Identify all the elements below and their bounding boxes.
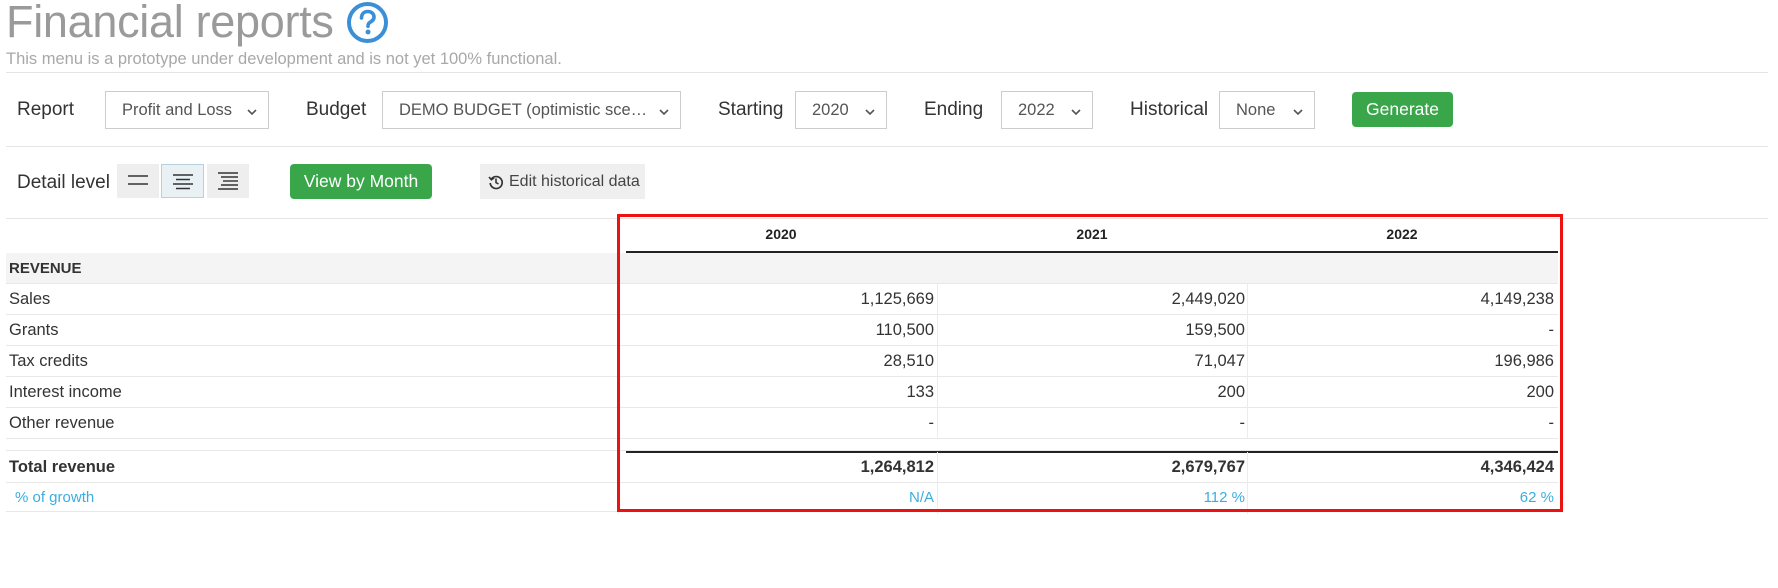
ending-year-value: 2022 bbox=[1018, 100, 1055, 119]
historical-value: None bbox=[1236, 100, 1276, 119]
table-row: Other revenue - - - bbox=[6, 408, 1558, 439]
cell-value: - bbox=[1548, 321, 1555, 339]
row-label: % of growth bbox=[15, 489, 95, 506]
cell-value: 28,510 bbox=[883, 352, 934, 370]
report-select-value: Profit and Loss bbox=[122, 100, 233, 119]
cell-value: - bbox=[1239, 414, 1246, 432]
cell-value: 133 bbox=[906, 383, 934, 401]
report-label: Report bbox=[17, 99, 75, 120]
page-header: Financial reports bbox=[6, 0, 389, 50]
table-row: Tax credits 28,510 71,047 196,986 bbox=[6, 346, 1558, 377]
view-by-month-button[interactable]: View by Month bbox=[290, 164, 432, 199]
section-label: REVENUE bbox=[9, 260, 82, 277]
historical-select[interactable]: None bbox=[1219, 91, 1315, 129]
report-select[interactable]: Profit and Loss bbox=[105, 91, 269, 129]
ending-label: Ending bbox=[924, 99, 984, 120]
budget-select-value: DEMO BUDGET (optimistic scenario) bbox=[399, 100, 648, 119]
cell-value: N/A bbox=[908, 489, 934, 506]
row-label: Total revenue bbox=[9, 458, 116, 476]
detail-level-label: Detail level bbox=[17, 172, 110, 193]
row-label: Sales bbox=[9, 290, 51, 308]
cell-value: 2,679,767 bbox=[1171, 458, 1245, 476]
chevron-down-icon bbox=[1292, 104, 1304, 116]
row-label: Other revenue bbox=[9, 414, 115, 432]
cell-value: 200 bbox=[1526, 383, 1554, 401]
total-row: Total revenue 1,264,812 2,679,767 4,346,… bbox=[6, 452, 1558, 483]
cell-value: 196,986 bbox=[1494, 352, 1554, 370]
starting-label: Starting bbox=[718, 99, 784, 120]
budget-label: Budget bbox=[306, 99, 367, 120]
historical-label: Historical bbox=[1130, 99, 1209, 120]
help-question-icon[interactable] bbox=[346, 1, 389, 44]
divider bbox=[6, 72, 1768, 73]
divider bbox=[6, 146, 1768, 147]
section-header-row: REVENUE bbox=[6, 253, 1558, 284]
cell-value: 1,125,669 bbox=[860, 290, 934, 308]
cell-value: 4,149,238 bbox=[1480, 290, 1554, 308]
low-detail-icon[interactable] bbox=[117, 164, 159, 198]
edit-historical-data-button[interactable]: Edit historical data bbox=[480, 164, 645, 199]
row-label: Grants bbox=[9, 321, 59, 339]
chevron-down-icon bbox=[864, 104, 876, 116]
cell-value: 112 % bbox=[1203, 489, 1245, 506]
cell-value: 200 bbox=[1217, 383, 1245, 401]
table-row: Interest income 133 200 200 bbox=[6, 377, 1558, 408]
year-header: 2020 bbox=[765, 226, 797, 242]
table-row: Grants 110,500 159,500 - bbox=[6, 315, 1558, 346]
medium-detail-icon[interactable] bbox=[161, 164, 204, 198]
year-header: 2021 bbox=[1076, 226, 1108, 242]
row-label: Tax credits bbox=[9, 352, 88, 370]
chevron-down-icon bbox=[246, 104, 258, 116]
edit-historical-data-label: Edit historical data bbox=[509, 172, 640, 190]
cell-value: 4,346,424 bbox=[1480, 458, 1554, 476]
divider bbox=[6, 218, 1768, 219]
cell-value: 110,500 bbox=[875, 321, 934, 339]
high-detail-icon[interactable] bbox=[207, 164, 249, 198]
page-title: Financial reports bbox=[6, 0, 334, 47]
history-icon bbox=[488, 175, 504, 189]
ending-year-select[interactable]: 2022 bbox=[1001, 91, 1093, 129]
chevron-down-icon bbox=[1070, 104, 1082, 116]
cell-value: 1,264,812 bbox=[860, 458, 934, 476]
cell-value: 159,500 bbox=[1185, 321, 1245, 339]
cell-value: - bbox=[1548, 414, 1555, 432]
cell-value: 62 % bbox=[1519, 489, 1554, 506]
growth-row: % of growth N/A 112 % 62 % bbox=[6, 483, 1558, 514]
generate-button[interactable]: Generate bbox=[1352, 92, 1453, 127]
page-subtitle: This menu is a prototype under developme… bbox=[6, 50, 562, 68]
cell-value: 2,449,020 bbox=[1171, 290, 1245, 308]
cell-value: 71,047 bbox=[1194, 352, 1245, 370]
starting-year-select[interactable]: 2020 bbox=[795, 91, 887, 129]
row-label: Interest income bbox=[9, 383, 122, 401]
starting-year-value: 2020 bbox=[812, 100, 849, 119]
table-row: Sales 1,125,669 2,449,020 4,149,238 bbox=[6, 284, 1558, 315]
budget-select[interactable]: DEMO BUDGET (optimistic scenario) bbox=[382, 91, 681, 129]
spacer-row bbox=[6, 439, 1558, 451]
year-header: 2022 bbox=[1386, 226, 1418, 242]
cell-value: - bbox=[928, 414, 935, 432]
chevron-down-icon bbox=[658, 104, 670, 116]
